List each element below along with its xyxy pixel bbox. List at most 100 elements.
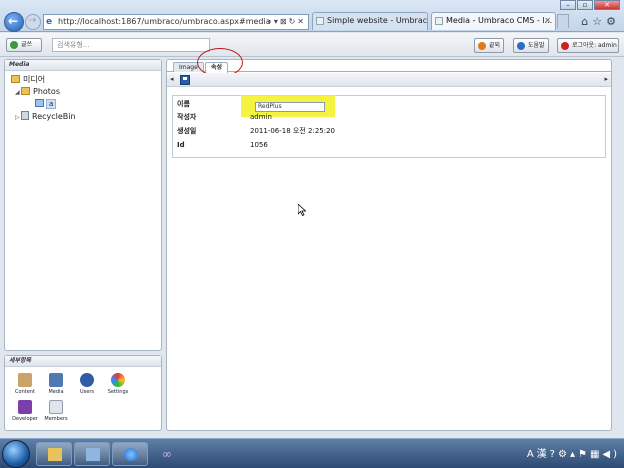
help-label: 도움말	[528, 42, 545, 49]
taskbar: ∞ A漢?⚙▴⚑▦◀)	[0, 438, 624, 468]
media-tree-panel: Media 미디어 ◢ Photos a ▷ RecycleBin	[4, 59, 162, 351]
language-icon[interactable]: A	[527, 449, 537, 460]
property-row-name: 이름 RedPlus	[177, 95, 597, 117]
section-label: Settings	[107, 389, 129, 395]
umbraco-topbar: 글쓰 검색유형... 끝외 도움말 로그아웃: admin	[0, 33, 624, 57]
logout-icon	[561, 42, 569, 50]
settings-icon	[111, 373, 125, 387]
property-value: 1056	[250, 141, 268, 149]
folder-icon	[48, 448, 62, 461]
help-icon	[517, 42, 525, 50]
developer-icon	[18, 400, 32, 414]
properties-box: 이름 RedPlus 작성자 admin 생성일 2011-06-18 오전 2…	[172, 95, 606, 158]
start-button[interactable]	[2, 440, 30, 468]
mouse-cursor-icon	[298, 204, 306, 216]
tree-node-label: 미디어	[23, 75, 46, 84]
tree-node-label: RecycleBin	[32, 112, 76, 121]
section-developer[interactable]: Developer	[9, 400, 41, 422]
section-media[interactable]: Media	[40, 373, 72, 395]
tree-node-root[interactable]: 미디어	[11, 75, 45, 85]
content-panel: Image 속성 ◂ ▸ 이름 RedPlus 작성자 admin 생성일 20…	[166, 48, 612, 431]
address-text: http://localhost:1867/umbraco/umbraco.as…	[58, 17, 271, 26]
property-row-created: 생성일 2011-06-18 오전 2:25:20	[177, 125, 597, 137]
property-value: admin	[250, 113, 272, 121]
exit-button[interactable]: 끝외	[474, 38, 504, 53]
tree-node-photos[interactable]: ◢ Photos	[15, 87, 60, 98]
browser-tools: ⌂☆⚙	[581, 15, 620, 28]
taskbar-vs[interactable]: ∞	[150, 442, 186, 466]
section-users[interactable]: Users	[71, 373, 103, 395]
taskbar-ie[interactable]	[112, 442, 148, 466]
window-controls: – ▫ ✕	[559, 0, 620, 10]
page-icon	[316, 17, 324, 25]
create-button-label: 글쓰	[21, 41, 33, 48]
address-actions-icon[interactable]: ⌕▾⊠↻✕	[267, 15, 306, 29]
section-settings[interactable]: Settings	[102, 373, 134, 395]
section-label: Developer	[12, 416, 38, 422]
minimize-icon[interactable]: –	[560, 0, 576, 10]
tree-node-recyclebin[interactable]: ▷ RecycleBin	[15, 111, 76, 123]
up-arrow-icon[interactable]: ▴	[570, 449, 578, 460]
help-button[interactable]: 도움말	[513, 38, 549, 53]
forward-button[interactable]	[25, 14, 41, 30]
sections-panel: 세부항목 Content Media Users Settings Develo…	[4, 355, 162, 431]
browser-tab-simple-website[interactable]: Simple website - Umbraco C...	[312, 12, 428, 30]
property-row-id: Id 1056	[177, 139, 597, 151]
property-label: Id	[177, 141, 185, 149]
visual-studio-icon: ∞	[162, 447, 172, 461]
page-icon	[435, 17, 443, 25]
exit-icon	[478, 42, 486, 50]
maximize-icon[interactable]: ▫	[577, 0, 593, 10]
content-toolbar: ◂ ▸	[167, 73, 611, 87]
section-label: Content	[15, 389, 35, 395]
scroll-right-icon[interactable]: ▸	[604, 75, 608, 83]
section-label: Users	[79, 389, 94, 395]
logout-button[interactable]: 로그아웃: admin	[557, 38, 619, 53]
home-icon[interactable]: ⌂	[581, 15, 592, 28]
tree-node-label: Photos	[33, 87, 60, 96]
content-icon	[18, 373, 32, 387]
ime-icon[interactable]: 漢	[537, 449, 550, 460]
app-icon	[86, 448, 100, 461]
tree-header: Media	[5, 60, 161, 71]
property-label: 작성자	[177, 113, 197, 121]
browser-tab-media[interactable]: Media - Umbraco CMS - l... ✕	[431, 12, 556, 30]
help-tray-icon[interactable]: ?	[550, 449, 558, 460]
ie-page-icon: e	[46, 17, 53, 27]
settings-tray-icon[interactable]: ⚙	[558, 449, 570, 460]
image-icon	[35, 99, 44, 107]
users-icon	[80, 373, 94, 387]
members-icon	[49, 400, 63, 414]
volume-icon[interactable]: ◀)	[602, 449, 620, 460]
gear-icon[interactable]: ⚙	[606, 15, 620, 28]
network-icon[interactable]: ▦	[590, 449, 602, 460]
property-value: 2011-06-18 오전 2:25:20	[250, 127, 335, 135]
sections-header: 세부항목	[5, 356, 161, 367]
property-label: 생성일	[177, 127, 197, 135]
save-icon[interactable]	[180, 75, 190, 85]
tree-node-label: a	[46, 99, 57, 109]
taskbar-app[interactable]	[74, 442, 110, 466]
taskbar-explorer[interactable]	[36, 442, 72, 466]
close-tab-icon[interactable]: ✕	[544, 13, 551, 29]
tree-node-image[interactable]: a	[35, 99, 57, 109]
property-row-author: 작성자 admin	[177, 111, 597, 123]
browser-tab-label: Media - Umbraco CMS - l...	[446, 16, 553, 25]
system-tray: A漢?⚙▴⚑▦◀)	[527, 445, 620, 460]
logout-label: 로그아웃: admin	[572, 42, 617, 49]
close-icon[interactable]: ✕	[594, 0, 620, 10]
back-button[interactable]	[4, 12, 24, 32]
flag-icon[interactable]: ⚑	[578, 449, 590, 460]
section-content[interactable]: Content	[9, 373, 41, 395]
favorites-star-icon[interactable]: ☆	[592, 15, 606, 28]
folder-icon	[11, 75, 20, 83]
new-tab-button[interactable]	[557, 14, 569, 28]
media-icon	[49, 373, 63, 387]
section-members[interactable]: Members	[40, 400, 72, 422]
recycle-bin-icon	[21, 111, 29, 120]
scroll-left-icon[interactable]: ◂	[170, 75, 174, 83]
create-button[interactable]: 글쓰	[6, 38, 42, 52]
search-input[interactable]: 검색유형...	[52, 38, 210, 52]
exit-label: 끝외	[489, 42, 501, 49]
address-bar[interactable]: e http://localhost:1867/umbraco/umbraco.…	[43, 14, 309, 30]
